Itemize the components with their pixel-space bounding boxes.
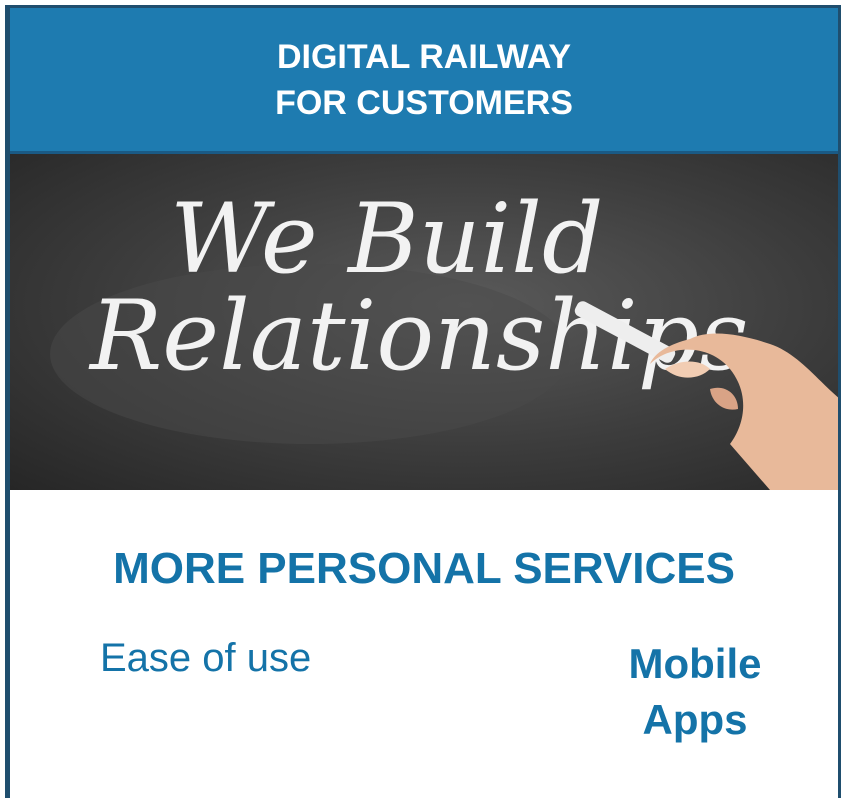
header-title-line1: DIGITAL RAILWAY (276, 37, 572, 76)
chalkboard-image: We Build Relationships (10, 154, 838, 490)
ease-of-use-label: Ease of use (100, 636, 312, 680)
slide-card: DIGITAL RAILWAY FOR CUSTOMERS We Build R… (5, 5, 841, 798)
mobile-apps-line2: Apps (642, 696, 748, 743)
header-banner: DIGITAL RAILWAY FOR CUSTOMERS (10, 8, 838, 154)
mobile-apps-line1: Mobile (628, 640, 762, 687)
chalk-text-line1: We Build (170, 183, 603, 295)
header-title-line2: FOR CUSTOMERS (275, 83, 573, 122)
section-title: MORE PERSONAL SERVICES (113, 544, 735, 593)
mobile-apps-label: Mobile Apps (600, 636, 790, 748)
chalkboard-illustration: We Build Relationships (50, 183, 838, 490)
